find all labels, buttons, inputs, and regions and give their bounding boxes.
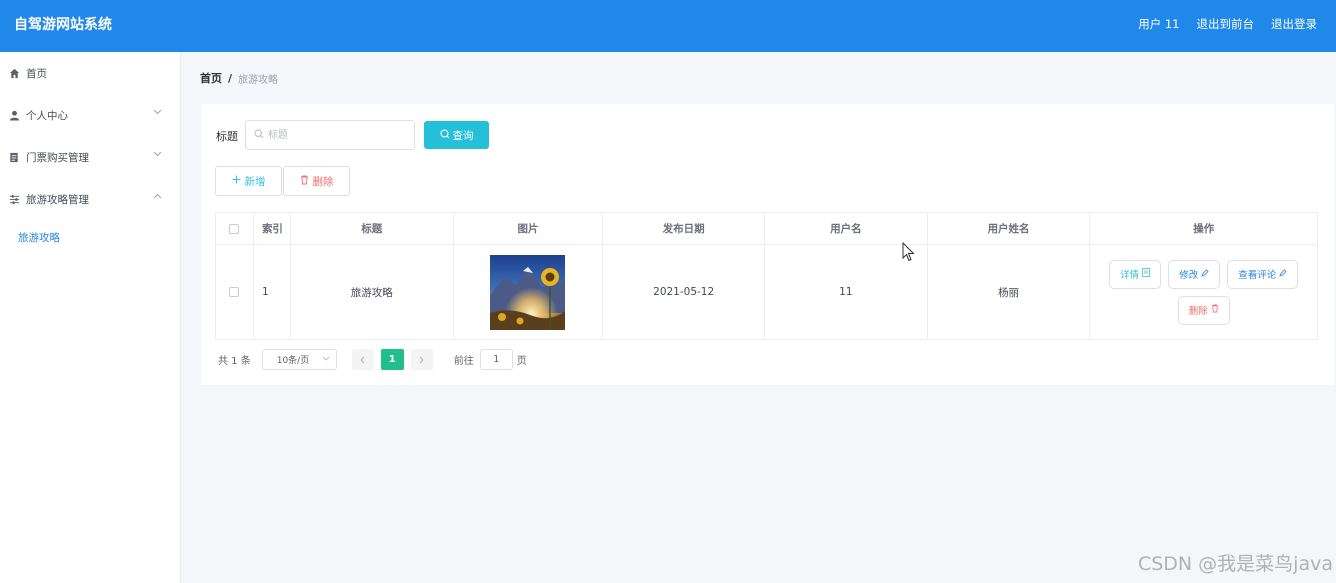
pagination: 共 1 条 10条/页 1 前往 页 [218, 349, 527, 370]
search-icon [439, 128, 450, 142]
sidebar-item-home[interactable]: 首页 [0, 52, 180, 94]
user-label: 用户 11 [1138, 17, 1180, 31]
column-header-username: 用户名 [765, 213, 928, 245]
sidebar: 首页 个人中心 门票购买管理 旅游攻略管理 旅游攻略 [0, 52, 181, 583]
page-size-value: 10条/页 [276, 356, 310, 366]
pagination-total: 共 1 条 [218, 356, 251, 367]
prev-page-button[interactable] [351, 349, 374, 370]
goto-page-input[interactable] [479, 349, 513, 370]
query-button[interactable]: 查询 [424, 121, 489, 149]
search-field[interactable] [245, 120, 415, 150]
view-comments-button[interactable]: 查看评论 [1227, 259, 1299, 289]
watermark: CSDN @我是菜鸟java [1137, 553, 1333, 575]
header-actions: 用户 11 退出到前台 退出登录 [1138, 16, 1317, 32]
select-all-checkbox[interactable] [229, 223, 240, 234]
chevron-down-icon [153, 108, 162, 118]
table-header-row: 索引 标题 图片 发布日期 用户名 用户姓名 操作 [216, 213, 1317, 245]
page-unit-label: 页 [516, 356, 527, 367]
select-all-cell [216, 213, 254, 245]
content-panel: 标题 查询 新增 删除 索引 标题 图片 发布日期 用户 [201, 104, 1334, 385]
data-table: 索引 标题 图片 发布日期 用户名 用户姓名 操作 1 旅游攻略 2021-05… [215, 212, 1318, 340]
column-header-title: 标题 [290, 213, 454, 245]
plus-icon [232, 175, 241, 187]
page-number-current[interactable]: 1 [380, 349, 404, 370]
sidebar-item-label: 旅游攻略管理 [26, 193, 89, 206]
search-label: 标题 [216, 130, 238, 143]
sidebar-item-label: 门票购买管理 [26, 151, 89, 164]
app-title: 自驾游网站系统 [14, 17, 112, 33]
chevron-down-icon [153, 150, 162, 160]
search-input[interactable] [268, 127, 408, 143]
trash-icon [1211, 304, 1219, 316]
sidebar-item-guide-management[interactable]: 旅游攻略管理 [0, 178, 180, 220]
pencil-icon [1201, 268, 1209, 280]
breadcrumb-home[interactable]: 首页 [200, 70, 222, 86]
view-comments-button-label: 查看评论 [1238, 270, 1277, 281]
chevron-up-icon [153, 192, 162, 202]
edit-button[interactable]: 修改 [1168, 259, 1221, 289]
row-select-cell [216, 245, 254, 339]
cell-image [454, 245, 604, 339]
user-icon [8, 109, 20, 121]
delete-button-label: 删除 [312, 175, 334, 188]
next-page-button[interactable] [410, 349, 433, 370]
row-delete-button-label: 删除 [1188, 306, 1208, 317]
table-row: 1 旅游攻略 2021-05-12 11 杨丽 详情 修改 查看评论 删除 [216, 245, 1317, 339]
goto-label: 前往 [453, 356, 474, 367]
search-icon [254, 129, 264, 142]
trash-icon [300, 175, 309, 188]
breadcrumb: 首页 / 旅游攻略 [200, 70, 278, 86]
add-button-label: 新增 [244, 175, 266, 188]
mouse-cursor-icon [902, 241, 916, 265]
top-bar: 自驾游网站系统 用户 11 退出到前台 退出登录 [0, 0, 1336, 52]
page-size-select[interactable]: 10条/页 [261, 349, 337, 370]
exit-to-front-link[interactable]: 退出到前台 [1197, 16, 1255, 32]
cell-name: 杨丽 [928, 245, 1091, 339]
column-header-name: 用户姓名 [927, 213, 1091, 245]
sidebar-item-label: 首页 [26, 67, 47, 80]
detail-button[interactable]: 详情 [1109, 259, 1162, 289]
breadcrumb-current: 旅游攻略 [238, 74, 279, 86]
breadcrumb-separator: / [228, 71, 233, 85]
sidebar-item-personal-center[interactable]: 个人中心 [0, 94, 180, 136]
cell-title: 旅游攻略 [291, 245, 454, 339]
sidebar-item-ticket-management[interactable]: 门票购买管理 [0, 136, 180, 178]
detail-button-label: 详情 [1120, 270, 1140, 281]
row-actions: 详情 修改 查看评论 删除 [1099, 259, 1309, 325]
home-icon [8, 67, 20, 79]
sidebar-item-label: 个人中心 [26, 109, 68, 122]
guide-thumbnail-image[interactable] [490, 254, 566, 330]
sidebar-item-travel-guide[interactable]: 旅游攻略 [0, 220, 180, 254]
cell-date: 2021-05-12 [603, 245, 766, 339]
row-checkbox[interactable] [229, 287, 240, 297]
chevron-right-icon [419, 356, 424, 363]
column-header-actions: 操作 [1090, 213, 1317, 245]
pencil-icon [1279, 268, 1287, 280]
cell-index: 1 [254, 245, 291, 339]
chevron-left-icon [360, 356, 365, 363]
logout-link[interactable]: 退出登录 [1271, 16, 1317, 32]
column-header-image: 图片 [453, 213, 604, 245]
sliders-icon [8, 193, 20, 205]
cell-actions: 详情 修改 查看评论 删除 [1090, 245, 1317, 339]
add-button[interactable]: 新增 [215, 166, 282, 196]
batch-delete-button[interactable]: 删除 [283, 166, 350, 196]
column-header-date: 发布日期 [603, 213, 766, 245]
document-icon [1142, 268, 1151, 280]
chevron-down-icon [322, 354, 330, 363]
query-button-label: 查询 [452, 129, 474, 142]
document-icon [8, 151, 20, 163]
row-delete-button[interactable]: 删除 [1177, 295, 1230, 325]
edit-button-label: 修改 [1179, 270, 1199, 281]
column-header-index: 索引 [253, 213, 291, 245]
